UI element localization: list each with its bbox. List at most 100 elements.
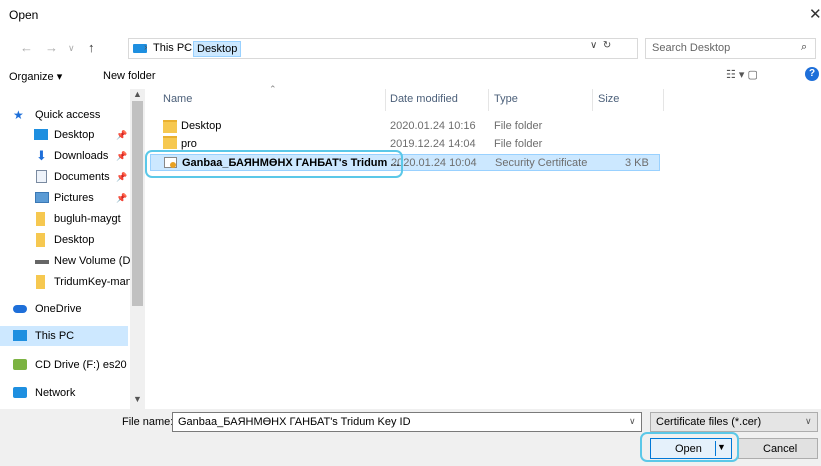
pin-icon: 📌: [116, 130, 128, 140]
file-type-select[interactable]: Certificate files (*.cer) ∨: [650, 412, 818, 432]
sidebar-item-downloads[interactable]: ⬇ Downloads 📌: [0, 146, 132, 166]
folder-icon: [163, 136, 177, 149]
breadcrumb-desktop[interactable]: Desktop: [193, 41, 242, 57]
file-name: pro: [181, 138, 197, 150]
sidebar-item-label: CD Drive (F:) es20: [35, 359, 127, 371]
file-name-label: File name:: [122, 416, 174, 428]
drive-icon: [35, 260, 49, 264]
up-arrow-icon[interactable]: ↑: [88, 40, 95, 55]
new-folder-button[interactable]: New folder: [103, 70, 156, 82]
search-box[interactable]: Search Desktop ⌕: [645, 38, 816, 59]
sidebar-item-pictures[interactable]: Pictures 📌: [0, 188, 132, 208]
file-row-desktop[interactable]: Desktop 2020.01.24 10:16 File folder: [150, 118, 660, 135]
file-date: 2020.01.24 10:04: [391, 157, 477, 169]
highlight-open-button: [640, 432, 739, 462]
navigation-pane: ★ Quick access Desktop 📌 ⬇ Downloads 📌 D…: [0, 89, 145, 409]
cloud-icon: [13, 305, 27, 313]
sidebar-item-label: Documents: [54, 171, 110, 183]
back-arrow-icon[interactable]: ←: [20, 40, 33, 55]
chevron-down-icon[interactable]: ∨: [629, 416, 636, 427]
breadcrumb-separator: ›: [184, 42, 188, 53]
computer-icon: [13, 330, 27, 341]
search-icon: ⌕: [801, 41, 808, 53]
sidebar-item-quick-access[interactable]: ★ Quick access: [0, 105, 132, 125]
folder-icon: [36, 275, 45, 289]
chevron-down-icon[interactable]: ∨: [805, 416, 812, 427]
forward-arrow-icon[interactable]: →: [45, 40, 58, 55]
column-header-size[interactable]: Size: [598, 93, 619, 105]
column-divider[interactable]: [592, 89, 593, 111]
close-icon[interactable]: ✕: [809, 5, 821, 23]
documents-icon: [36, 170, 47, 183]
pictures-icon: [35, 192, 49, 203]
file-date: 2020.01.24 10:16: [390, 120, 476, 132]
column-divider[interactable]: [385, 89, 386, 111]
file-date: 2019.12.24 14:04: [390, 138, 476, 150]
chevron-down-icon[interactable]: ∨: [590, 40, 597, 51]
sidebar-item-label: OneDrive: [35, 303, 82, 315]
help-icon[interactable]: ?: [805, 67, 819, 81]
file-name-input[interactable]: Ganbaa_БАЯНМӨНХ ГАНБАТ's Tridum Key ID ∨: [172, 412, 642, 432]
file-type-value: Certificate files (*.cer): [656, 416, 762, 428]
column-header-type[interactable]: Type: [494, 93, 518, 105]
view-options-icon[interactable]: ☷ ▾ ▢: [726, 68, 758, 81]
highlight-certificate-row: [145, 150, 403, 178]
sidebar-item-label: Desktop: [54, 129, 95, 141]
search-input[interactable]: Search Desktop: [652, 42, 730, 54]
column-header-date[interactable]: Date modified: [390, 93, 458, 105]
sidebar-item-label: This PC: [35, 330, 75, 342]
sidebar-item-documents[interactable]: Documents 📌: [0, 167, 132, 187]
file-type: Security Certificate: [495, 157, 588, 169]
file-type: File folder: [494, 138, 543, 150]
star-icon: ★: [13, 108, 24, 122]
title-bar: [0, 0, 821, 30]
download-icon: ⬇: [36, 148, 47, 163]
folder-icon: [36, 233, 45, 247]
column-divider[interactable]: [488, 89, 489, 111]
sidebar-scrollbar-thumb[interactable]: [132, 101, 143, 306]
scroll-down-icon[interactable]: ▼: [133, 394, 142, 404]
cancel-button-label: Cancel: [763, 443, 798, 455]
file-size: 3 KB: [625, 157, 649, 169]
folder-icon: [163, 120, 177, 133]
column-header-name[interactable]: Name: [163, 93, 192, 105]
recent-locations-icon[interactable]: ∨: [68, 43, 75, 54]
file-name-value: Ganbaa_БАЯНМӨНХ ГАНБАТ's Tridum Key ID: [178, 416, 411, 428]
desktop-icon: [34, 129, 48, 140]
cancel-button[interactable]: Cancel: [738, 438, 818, 459]
sidebar-item-desktop[interactable]: Desktop 📌: [0, 125, 132, 145]
pin-icon: 📌: [116, 151, 128, 161]
address-dropdown-refresh[interactable]: ∨ ↻: [590, 40, 611, 51]
sidebar-item-label: bugluh-maygt: [54, 213, 121, 225]
address-bar[interactable]: › This PC › Desktop: [128, 38, 638, 59]
scroll-up-icon[interactable]: ▲: [133, 89, 142, 99]
cd-drive-icon: [13, 359, 27, 370]
file-type: File folder: [494, 120, 543, 132]
pin-icon: 📌: [116, 193, 128, 203]
sidebar-item-new-volume[interactable]: New Volume (D:: [0, 251, 132, 271]
sidebar-item-label: Pictures: [54, 192, 94, 204]
sidebar-item-label: Downloads: [54, 150, 109, 162]
sidebar-item-label: New Volume (D:: [54, 255, 132, 267]
column-divider[interactable]: [663, 89, 664, 111]
breadcrumb-separator: ›: [144, 42, 148, 53]
sort-ascending-icon: ⌃: [269, 84, 277, 94]
refresh-icon[interactable]: ↻: [603, 40, 611, 51]
pin-icon: 📌: [116, 172, 128, 182]
sidebar-item-tridumkey[interactable]: TridumKey-man: [0, 272, 132, 292]
network-icon: [13, 387, 27, 398]
sidebar-item-label: TridumKey-man: [54, 276, 132, 288]
window-title: Open: [9, 8, 39, 22]
sidebar-item-network[interactable]: Network: [0, 383, 132, 403]
sidebar-item-bugluh-maygt[interactable]: bugluh-maygt: [0, 209, 132, 229]
organize-button[interactable]: Organize ▾: [9, 70, 62, 83]
file-name: Desktop: [181, 120, 222, 132]
sidebar-item-label: Quick access: [35, 109, 101, 121]
sidebar-item-label: Network: [35, 387, 76, 399]
sidebar-item-label: Desktop: [54, 234, 95, 246]
sidebar-item-cd-drive[interactable]: CD Drive (F:) es20: [0, 355, 132, 375]
folder-icon: [36, 212, 45, 226]
sidebar-item-onedrive[interactable]: OneDrive: [0, 299, 132, 319]
sidebar-item-this-pc[interactable]: This PC: [0, 326, 128, 346]
sidebar-item-desktop-folder[interactable]: Desktop: [0, 230, 132, 250]
